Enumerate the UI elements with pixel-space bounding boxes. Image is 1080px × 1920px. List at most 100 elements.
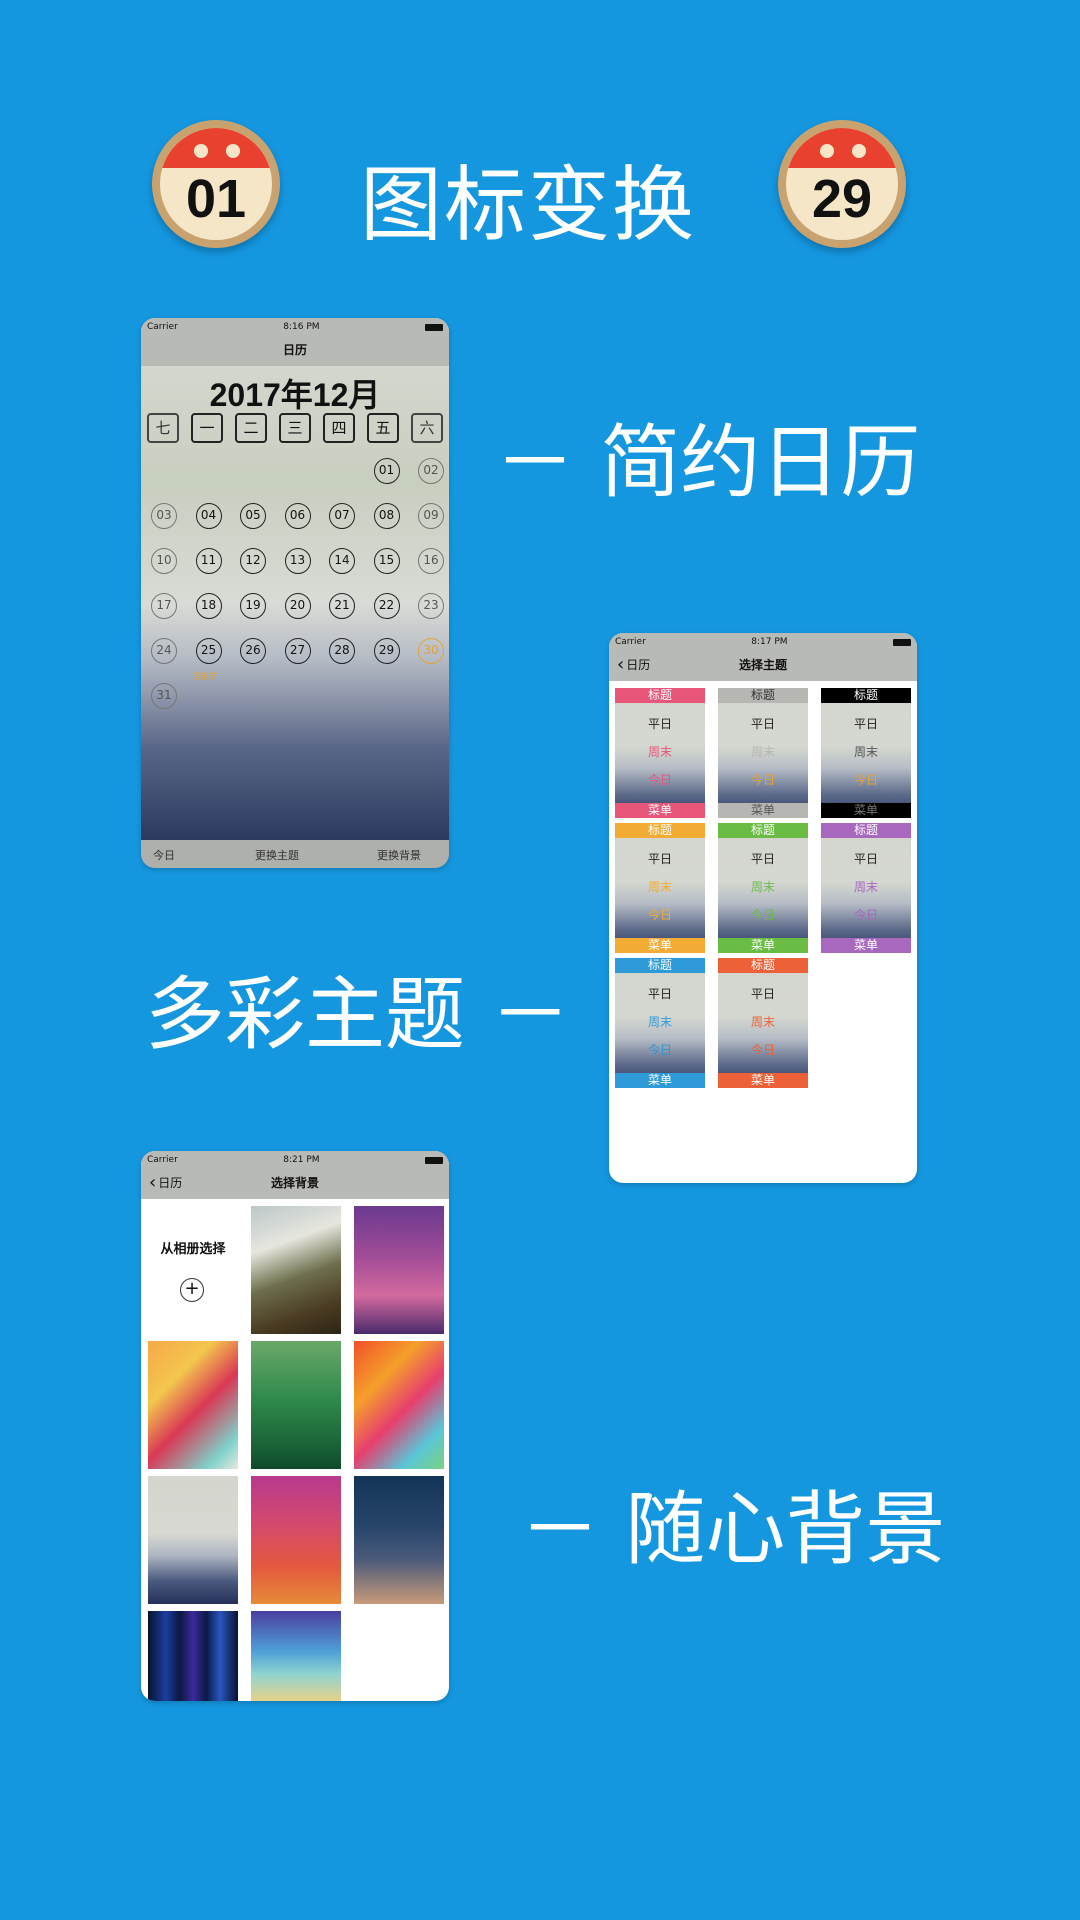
day-cell[interactable]: 31	[151, 683, 177, 709]
nav-title: 选择主题	[738, 657, 787, 672]
theme-today-label: 今日	[750, 1043, 775, 1057]
background-tile-aurora[interactable]	[148, 1611, 238, 1701]
calendar-badge-icon-29: 29	[778, 120, 906, 248]
day-cell[interactable]: 02	[418, 458, 444, 484]
theme-title-bar: 标题	[718, 823, 808, 838]
day-cell[interactable]: 10	[151, 548, 177, 574]
theme-option[interactable]: 标题 平日 周末 今日 菜单	[615, 823, 705, 953]
background-tile-sky-sand[interactable]	[251, 1611, 341, 1701]
theme-option[interactable]: 标题 平日 周末 今日 菜单	[821, 688, 911, 818]
weekday-label: 一	[191, 413, 223, 443]
theme-today-label: 今日	[647, 1043, 672, 1057]
day-cell[interactable]: 13	[284, 548, 311, 574]
day-cell[interactable]: 12	[240, 548, 266, 574]
chevron-left-icon: ‹	[617, 653, 625, 675]
theme-weekday-label: 平日	[853, 717, 878, 731]
calendar-badge-icon-01: 01	[152, 120, 280, 248]
theme-title-bar: 标题	[615, 958, 705, 973]
change-theme-button[interactable]: 更换主题	[255, 847, 299, 863]
theme-weekday-label: 平日	[750, 987, 775, 1001]
theme-weekend-label: 周末	[647, 1015, 672, 1029]
background-tile-blur-warm[interactable]	[148, 1341, 238, 1469]
theme-today-label: 今日	[853, 773, 878, 787]
theme-weekend-label: 周末	[750, 880, 775, 894]
day-cell[interactable]: 07	[329, 503, 355, 529]
carrier-label: Carrier	[147, 1155, 178, 1165]
day-cell[interactable]: 08	[373, 503, 400, 529]
theme-weekend-label: 周末	[853, 880, 878, 894]
badge-number: 29	[811, 169, 873, 229]
change-background-button[interactable]: 更换背景	[377, 847, 421, 863]
day-cell[interactable]: 05	[240, 503, 266, 529]
theme-weekday-label: 平日	[750, 852, 775, 866]
day-cell[interactable]: 03	[151, 503, 177, 529]
theme-weekday-label: 平日	[647, 717, 672, 731]
day-cell[interactable]: 06	[284, 503, 311, 529]
calendar-screenshot: Carrier 8:16 PM 日历 2017年12月 七一二三四五六 01 02…	[141, 318, 449, 868]
day-cell[interactable]: 27	[284, 638, 311, 664]
theme-today-label: 今日	[750, 773, 775, 787]
day-cell[interactable]: 28	[329, 638, 355, 664]
day-cell[interactable]: 21	[329, 593, 355, 619]
day-cell[interactable]: 14	[329, 548, 355, 574]
day-cell[interactable]: 01	[373, 458, 400, 484]
theme-title-bar: 标题	[615, 823, 705, 838]
day-cell[interactable]: 09	[418, 503, 444, 529]
background-tile-night-blue[interactable]	[354, 1476, 444, 1604]
day-cell[interactable]: 23	[418, 593, 444, 619]
background-tile-waterfall[interactable]	[251, 1206, 341, 1334]
carrier-label: Carrier	[147, 322, 178, 332]
day-cell[interactable]: 29	[373, 638, 400, 664]
day-cell[interactable]: 20	[284, 593, 311, 619]
background-tile-green[interactable]	[251, 1341, 341, 1469]
theme-menu-bar: 菜单	[718, 803, 808, 818]
theme-title-bar: 标题	[718, 688, 808, 703]
background-tile-grey-navy[interactable]	[148, 1476, 238, 1604]
theme-option[interactable]: 标题 平日 周末 今日 菜单	[615, 958, 705, 1088]
theme-option[interactable]: 标题平日周末今日菜单	[718, 688, 808, 818]
day-cell[interactable]: 15	[373, 548, 400, 574]
nav-title: 日历	[282, 342, 307, 357]
theme-weekend-label: 周末	[750, 745, 775, 759]
theme-option[interactable]: 标题 平日 周末 今日 菜单	[821, 823, 911, 953]
theme-option[interactable]: 标题 平日 周末 今日 菜单	[615, 688, 705, 818]
nav-bar: ‹ 日历 选择背景	[141, 1165, 449, 1199]
day-cell[interactable]: 16	[418, 548, 444, 574]
day-cell[interactable]: 22	[373, 593, 400, 619]
theme-today-label: 今日	[750, 908, 775, 922]
status-time: 8:16 PM	[283, 322, 320, 332]
theme-weekend-label: 周末	[750, 1015, 775, 1029]
nav-bar: 日历	[141, 332, 449, 366]
background-tile-purple-pink[interactable]	[354, 1206, 444, 1334]
back-button[interactable]: ‹ 日历	[617, 647, 650, 681]
day-cell[interactable]: 26	[240, 638, 266, 664]
day-cell[interactable]: 24	[151, 638, 177, 664]
back-label: 日历	[158, 1175, 183, 1190]
day-cell[interactable]: 18	[195, 593, 222, 619]
theme-weekday-label: 平日	[750, 717, 775, 731]
theme-menu-bar: 菜单	[615, 938, 705, 953]
day-cell[interactable]: 19	[240, 593, 266, 619]
theme-option[interactable]: 标题 平日 周末 今日 菜单	[718, 823, 808, 953]
album-label: 从相册选择	[160, 1242, 226, 1257]
day-cell[interactable]: 04	[195, 503, 222, 529]
month-title: 2017年12月	[209, 377, 381, 413]
day-cell[interactable]: 17	[151, 593, 177, 619]
day-cell[interactable]: 25	[195, 638, 222, 664]
back-button[interactable]: ‹ 日历	[149, 1165, 182, 1199]
background-tile-magenta-orange[interactable]	[251, 1476, 341, 1604]
plus-circle-icon: +	[180, 1278, 204, 1302]
back-label: 日历	[626, 657, 651, 672]
today-button[interactable]: 今日	[153, 847, 175, 863]
day-cell[interactable]: 11	[195, 548, 222, 574]
day-cell[interactable]: 30	[418, 638, 444, 664]
theme-option[interactable]: 标题 平日 周末 今日 菜单	[718, 958, 808, 1088]
weekday-label: 二	[235, 413, 267, 443]
theme-menu-bar: 菜单	[821, 938, 911, 953]
album-picker[interactable]: 从相册选择 +	[148, 1206, 238, 1334]
theme-weekday-label: 平日	[647, 852, 672, 866]
status-time: 8:21 PM	[283, 1155, 320, 1165]
background-tile-color-petals[interactable]	[354, 1341, 444, 1469]
weekday-label: 三	[279, 413, 311, 443]
theme-weekend-label: 周末	[853, 745, 878, 759]
